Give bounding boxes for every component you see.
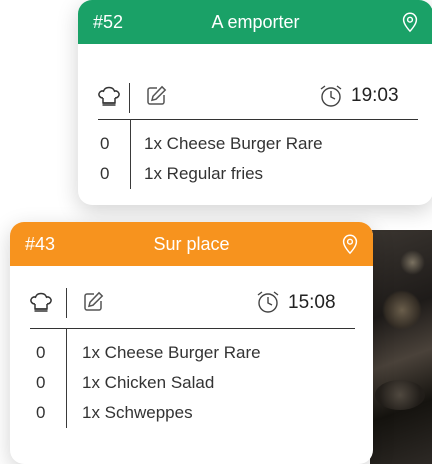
order-card[interactable]: #43 Sur place 15:08 0 1x Cheese Burger R… xyxy=(10,222,373,464)
order-item[interactable]: 1x Cheese Burger Rare xyxy=(82,343,261,363)
order-item[interactable]: 1x Cheese Burger Rare xyxy=(144,134,323,154)
alarm-clock-icon xyxy=(257,291,279,313)
order-item[interactable]: 1x Chicken Salad xyxy=(82,373,214,393)
order-card[interactable]: #52 A emporter 19:03 0 1x Cheese Burger … xyxy=(78,0,432,205)
location-pin-icon[interactable] xyxy=(399,11,421,33)
item-quantity: 0 xyxy=(100,164,110,183)
order-item[interactable]: 1x Schweppes xyxy=(82,403,193,423)
order-header: #52 A emporter xyxy=(78,0,432,44)
order-type: A emporter xyxy=(211,11,300,32)
edit-icon[interactable] xyxy=(144,84,168,108)
chef-hat-icon[interactable] xyxy=(28,289,54,315)
location-pin-icon[interactable] xyxy=(339,233,361,255)
order-type: Sur place xyxy=(153,233,230,254)
order-time: 15:08 xyxy=(288,292,336,313)
order-item[interactable]: 1x Regular fries xyxy=(144,164,263,184)
item-quantity: 0 xyxy=(36,343,46,362)
item-quantity: 0 xyxy=(36,373,46,392)
item-quantity: 0 xyxy=(100,134,110,153)
order-time: 19:03 xyxy=(351,85,399,106)
background-photo xyxy=(370,230,432,464)
edit-icon[interactable] xyxy=(81,290,105,314)
item-quantity: 0 xyxy=(36,403,46,422)
order-header: #43 Sur place xyxy=(10,222,373,266)
alarm-clock-icon xyxy=(320,85,342,107)
chef-hat-icon[interactable] xyxy=(96,83,122,109)
